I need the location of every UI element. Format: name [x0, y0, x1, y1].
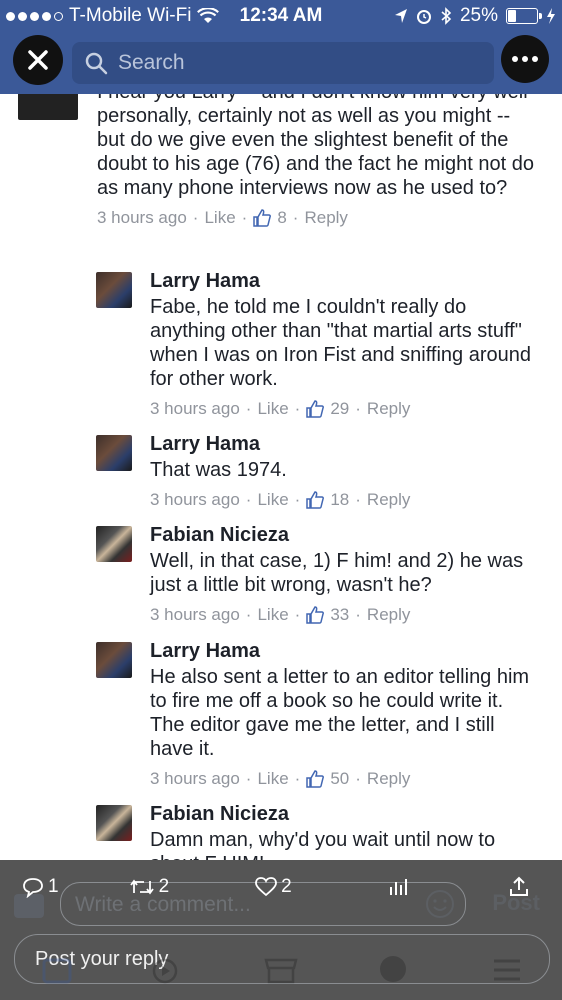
reply-link[interactable]: Reply [367, 399, 410, 419]
like-link[interactable]: Like [257, 490, 288, 510]
like-link[interactable]: Like [257, 769, 288, 789]
tab-bar [0, 948, 562, 1000]
comment-time: 3 hours ago [150, 769, 240, 788]
more-icon [512, 56, 518, 62]
like-link[interactable]: Like [204, 208, 235, 228]
charging-icon [547, 8, 555, 24]
comment-body: He also sent a letter to an editor telli… [150, 666, 530, 760]
status-right: 25% [394, 5, 556, 27]
comment-body: That was 1974. [150, 459, 287, 481]
comment-time: 3 hours ago [150, 490, 240, 509]
comment-body: I hear you Larry -- and I don't know him… [97, 94, 534, 199]
comments-list: I hear you Larry -- and I don't know him… [0, 94, 562, 860]
like-action[interactable]: 2 [255, 876, 292, 898]
avatar[interactable] [96, 435, 132, 471]
retweet-action[interactable]: 2 [129, 876, 170, 898]
like-icon [306, 770, 325, 788]
news-feed-icon[interactable] [42, 958, 72, 984]
bluetooth-icon [441, 7, 452, 25]
avatar[interactable] [96, 526, 132, 562]
like-link[interactable]: Like [257, 605, 288, 625]
comment-time: 3 hours ago [97, 208, 187, 227]
battery-percent: 25% [459, 5, 498, 26]
like-icon [306, 491, 325, 509]
search-bar[interactable] [72, 42, 494, 84]
close-icon [28, 50, 48, 70]
menu-icon[interactable] [492, 958, 522, 982]
like-icon [306, 606, 325, 624]
like-count: 33 [330, 605, 350, 624]
comment-author[interactable]: Larry Hama [150, 640, 540, 663]
analytics-action[interactable] [388, 877, 408, 897]
comment-author[interactable]: Larry Hama [150, 270, 540, 293]
tweet-actions: 1 2 2 [22, 876, 530, 898]
reply-count: 1 [48, 876, 59, 897]
reply-action[interactable]: 1 [22, 876, 59, 898]
comment-meta: 3 hours ago · Like · 18 · Reply [150, 490, 411, 510]
comment-meta: 3 hours ago · Like · 50 · Reply [150, 769, 411, 789]
comment-meta: 3 hours ago · Like · 33 · Reply [150, 605, 411, 625]
globe-icon[interactable] [378, 954, 408, 984]
comment-body: Fabe, he told me I couldn't really do an… [150, 296, 531, 390]
avatar[interactable] [96, 272, 132, 308]
reply-link[interactable]: Reply [367, 605, 410, 625]
comment-author[interactable]: Larry Hama [150, 433, 540, 456]
avatar[interactable] [96, 642, 132, 678]
reply-icon [23, 878, 43, 898]
reply-link[interactable]: Reply [367, 490, 410, 510]
like-count: 18 [330, 490, 350, 509]
marketplace-icon[interactable] [264, 956, 298, 984]
retweet-icon [129, 879, 154, 895]
search-input[interactable] [116, 50, 480, 76]
comment-meta: 3 hours ago · Like · 29 · Reply [150, 399, 411, 419]
like-link[interactable]: Like [257, 399, 288, 419]
comment-author[interactable]: Fabian Nicieza [150, 524, 540, 547]
close-button[interactable] [13, 35, 63, 85]
avatar[interactable] [18, 94, 78, 120]
like-icon [306, 400, 325, 418]
comment-body: Well, in that case, 1) F him! and 2) he … [150, 550, 524, 596]
reply-link[interactable]: Reply [304, 208, 347, 228]
avatar[interactable] [96, 805, 132, 841]
battery-icon [506, 8, 542, 24]
location-icon [394, 9, 407, 23]
like-icon [253, 209, 272, 227]
like-count: 50 [330, 769, 350, 788]
top-nav [0, 32, 562, 94]
comment-time: 3 hours ago [150, 399, 240, 418]
analytics-icon [389, 879, 407, 895]
comment-author[interactable]: Fabian Nicieza [150, 803, 540, 826]
share-icon [509, 876, 528, 896]
reply-link[interactable]: Reply [367, 769, 410, 789]
search-icon [85, 52, 108, 75]
like-total: 2 [281, 876, 292, 897]
more-button[interactable] [501, 35, 549, 83]
comment-time: 3 hours ago [150, 605, 240, 624]
like-count: 8 [277, 208, 287, 227]
heart-icon [255, 877, 278, 897]
like-count: 29 [330, 399, 350, 418]
video-icon[interactable] [150, 958, 180, 984]
status-bar: T-Mobile Wi-Fi 12:34 AM 25% [0, 0, 562, 32]
retweet-count: 2 [158, 876, 170, 897]
comment-meta: 3 hours ago · Like · 8 · Reply [97, 208, 348, 228]
comment-body: Damn man, why'd you wait until now to sh… [150, 829, 496, 860]
share-action[interactable] [508, 876, 530, 898]
alarm-icon [416, 10, 431, 24]
